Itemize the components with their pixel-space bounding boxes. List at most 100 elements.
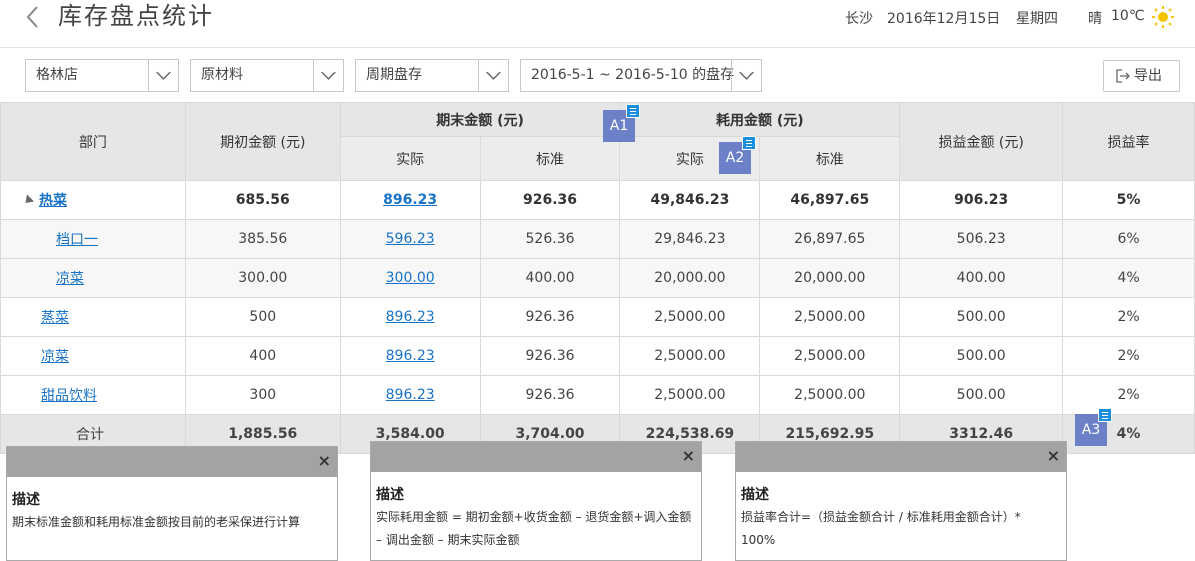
table-row: 蒸菜 500 896.23 926.36 2,5000.00 2,5000.00… xyxy=(0,297,1195,337)
rate-cell: 2% xyxy=(1062,375,1195,415)
use-std-cell: 26,897.65 xyxy=(759,219,901,259)
rate-cell: 4% xyxy=(1062,258,1195,298)
city-label: 长沙 xyxy=(845,11,873,27)
dept-link[interactable]: 甜品饮料 xyxy=(41,388,97,404)
export-button[interactable]: 导出 xyxy=(1103,60,1180,92)
period-select-value: 2016-5-1 ~ 2016-5-10 的盘存 xyxy=(531,67,735,83)
use-actual-cell: 49,846.23 xyxy=(619,180,761,220)
use-actual-cell: 2,5000.00 xyxy=(619,375,761,415)
rate-cell: 2% xyxy=(1062,297,1195,337)
closing-actual-link[interactable]: 300.00 xyxy=(386,270,435,286)
store-select[interactable]: 格林店 xyxy=(25,59,179,92)
rate-cell: 2% xyxy=(1062,336,1195,376)
chevron-down-icon xyxy=(731,60,754,91)
weather-label: 晴 xyxy=(1088,11,1102,27)
header-consumption: 耗用金额 (元) xyxy=(619,102,901,137)
description-panel-1: × 描述 期末标准金额和耗用标准金额按目前的老采保进行计算 xyxy=(6,446,338,561)
dept-link[interactable]: 凉菜 xyxy=(41,349,69,365)
use-actual-cell: 20,000.00 xyxy=(619,258,761,298)
annotation-badge-a2[interactable]: A2 xyxy=(719,136,756,174)
dept-link[interactable]: 蒸菜 xyxy=(41,310,69,326)
use-std-cell: 2,5000.00 xyxy=(759,336,901,376)
header-dept: 部门 xyxy=(0,102,186,181)
description-text: 期末标准金额和耗用标准金额按目前的老采保进行计算 xyxy=(12,515,301,529)
table-row: 凉菜 400 896.23 926.36 2,5000.00 2,5000.00… xyxy=(0,336,1195,376)
header-opening: 期初金额 (元) xyxy=(184,102,341,181)
date-label: 2016年12月15日 xyxy=(887,11,1001,27)
closing-std-cell: 926.36 xyxy=(479,375,621,415)
header-profit: 损益金额 (元) xyxy=(899,102,1064,181)
export-label: 导出 xyxy=(1134,68,1162,84)
close-icon[interactable]: × xyxy=(318,452,331,470)
annotation-badge-a3[interactable]: A3 xyxy=(1075,408,1112,446)
close-icon[interactable]: × xyxy=(682,447,695,465)
header-rate: 损益率 xyxy=(1062,102,1195,181)
note-icon xyxy=(626,104,640,118)
description-panel-2: × 描述 实际耗用金额 = 期初金额+收货金额 – 退货金额+调入金额 – 调出… xyxy=(370,441,702,561)
closing-actual-link[interactable]: 896.23 xyxy=(386,309,435,325)
note-icon xyxy=(742,136,756,150)
use-actual-cell: 2,5000.00 xyxy=(619,336,761,376)
description-title: 描述 xyxy=(376,487,404,503)
page-title: 库存盘点统计 xyxy=(58,2,214,30)
opening-cell: 300.00 xyxy=(184,258,341,298)
chevron-down-icon xyxy=(478,60,501,91)
closing-actual-link[interactable]: 896.23 xyxy=(386,387,435,403)
opening-cell: 685.56 xyxy=(184,180,341,220)
opening-cell: 500 xyxy=(184,297,341,337)
closing-std-cell: 526.36 xyxy=(479,219,621,259)
period-select[interactable]: 2016-5-1 ~ 2016-5-10 的盘存 xyxy=(520,59,762,92)
rate-cell: 5% xyxy=(1062,180,1195,220)
back-arrow-icon[interactable] xyxy=(22,4,46,28)
closing-std-cell: 926.36 xyxy=(479,297,621,337)
header-closing: 期末金额 (元) xyxy=(339,102,621,137)
page-header: 库存盘点统计 长沙 2016年12月15日 星期四 晴 10℃ xyxy=(0,0,1195,48)
opening-cell: 400 xyxy=(184,336,341,376)
rate-cell: 6% xyxy=(1062,219,1195,259)
opening-cell: 385.56 xyxy=(184,219,341,259)
closing-actual-link[interactable]: 596.23 xyxy=(386,231,435,247)
description-panel-3: × 描述 损益率合计=（损益金额合计 / 标准耗用金额合计）* 100% xyxy=(735,441,1067,561)
cycle-select-value: 周期盘存 xyxy=(366,67,422,83)
sun-icon xyxy=(1152,6,1174,28)
closing-std-cell: 400.00 xyxy=(479,258,621,298)
closing-std-cell: 926.36 xyxy=(479,336,621,376)
use-std-cell: 46,897.65 xyxy=(759,180,901,220)
badge-label: A3 xyxy=(1081,422,1101,438)
profit-cell: 500.00 xyxy=(899,375,1064,415)
use-actual-cell: 2,5000.00 xyxy=(619,297,761,337)
material-select[interactable]: 原材料 xyxy=(190,59,344,92)
table-row: 凉菜 300.00 300.00 400.00 20,000.00 20,000… xyxy=(0,258,1195,298)
cycle-select[interactable]: 周期盘存 xyxy=(355,59,509,92)
close-icon[interactable]: × xyxy=(1047,447,1060,465)
table-row: 热菜 685.56 896.23 926.36 49,846.23 46,897… xyxy=(0,180,1195,220)
dept-link[interactable]: 档口一 xyxy=(56,232,98,248)
collapse-triangle-icon[interactable] xyxy=(21,193,35,207)
profit-cell: 500.00 xyxy=(899,297,1064,337)
table-row: 甜品饮料 300 896.23 926.36 2,5000.00 2,5000.… xyxy=(0,375,1195,415)
closing-std-cell: 926.36 xyxy=(479,180,621,220)
store-select-value: 格林店 xyxy=(36,67,78,83)
temperature-label: 10℃ xyxy=(1111,8,1145,24)
description-title: 描述 xyxy=(12,492,40,508)
chevron-down-icon xyxy=(313,60,336,91)
inventory-table: 部门 期初金额 (元) 期末金额 (元) 耗用金额 (元) 损益金额 (元) 损… xyxy=(0,102,1195,454)
closing-actual-link[interactable]: 896.23 xyxy=(386,348,435,364)
export-icon xyxy=(1116,69,1130,83)
note-icon xyxy=(1098,408,1112,422)
header-closing-standard: 标准 xyxy=(479,136,621,181)
use-actual-cell: 29,846.23 xyxy=(619,219,761,259)
profit-cell: 906.23 xyxy=(899,180,1064,220)
use-std-cell: 20,000.00 xyxy=(759,258,901,298)
dept-link[interactable]: 热菜 xyxy=(39,193,67,209)
table-row: 档口一 385.56 596.23 526.36 29,846.23 26,89… xyxy=(0,219,1195,259)
badge-label: A1 xyxy=(609,118,629,134)
header-consumption-standard: 标准 xyxy=(759,136,901,181)
chevron-down-icon xyxy=(148,60,171,91)
badge-label: A2 xyxy=(725,150,745,166)
profit-cell: 506.23 xyxy=(899,219,1064,259)
header-closing-actual: 实际 xyxy=(339,136,481,181)
dept-link[interactable]: 凉菜 xyxy=(56,271,84,287)
closing-actual-link[interactable]: 896.23 xyxy=(383,192,437,208)
annotation-badge-a1[interactable]: A1 xyxy=(603,104,640,142)
